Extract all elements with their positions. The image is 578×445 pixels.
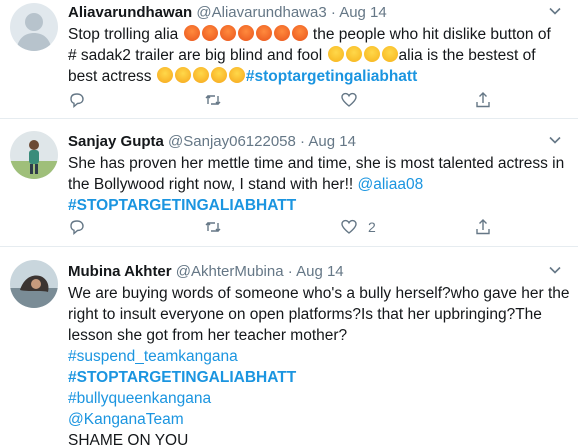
reply-icon (70, 93, 84, 109)
angry-face-icon (237, 25, 254, 41)
angry-face-icon (201, 25, 218, 41)
reply-button[interactable] (68, 217, 86, 237)
share-icon (476, 92, 490, 108)
tweet-date[interactable]: Aug 14 (339, 4, 387, 21)
tweet-text-line: the people who hit dislike button of (312, 26, 551, 43)
tweet-text-line: the Bollywood right now, I stand with he… (68, 176, 354, 193)
laughing-face-icon (327, 46, 344, 62)
avatar[interactable] (10, 260, 58, 308)
like-button[interactable]: 2 (340, 217, 376, 237)
author-handle[interactable]: @AkhterMubina (176, 263, 284, 280)
tweet-text-line: Stop trolling alia (68, 26, 179, 43)
separator-dot: · (300, 133, 306, 150)
author-name[interactable]: Sanjay Gupta (68, 133, 164, 150)
angry-face-icon (273, 25, 290, 41)
chevron-down-icon[interactable] (548, 263, 562, 277)
tweet-text: We are buying words of someone who's a b… (68, 283, 570, 445)
tweet-text-line: # sadak2 trailer are big blind and fool (68, 47, 323, 64)
tweet-text-line: right to insult everyone on open platfor… (68, 306, 542, 323)
angry-face-icon (183, 25, 200, 41)
reply-button[interactable] (68, 90, 86, 110)
retweet-button[interactable] (204, 217, 222, 237)
hashtag-link[interactable]: #stoptargetingaliabhatt (246, 68, 417, 85)
author-handle[interactable]: @Aliavarundhawa3 (196, 4, 326, 21)
mention-link[interactable]: @aliaa08 (358, 176, 424, 193)
laughing-face-icon (345, 46, 362, 62)
share-button[interactable] (474, 217, 492, 237)
angry-face-icon (255, 25, 272, 41)
tweet-actions: 2 (68, 217, 498, 237)
tweet-text-line: SHAME ON YOU (68, 432, 189, 445)
laughing-face-icon (381, 46, 398, 62)
heart-icon (341, 92, 357, 107)
chevron-down-icon[interactable] (548, 4, 562, 18)
tweet-actions (68, 90, 498, 110)
tweet[interactable]: Aliavarundhawan @Aliavarundhawa3 · Aug 1… (0, 0, 578, 119)
tweet-text-line: alia is the bestest of (398, 47, 536, 64)
share-icon (476, 219, 490, 235)
angry-face-icon (219, 25, 236, 41)
share-button[interactable] (474, 90, 492, 110)
retweet-icon (205, 222, 221, 232)
kissing-face-icon (174, 67, 191, 83)
heart-icon (341, 219, 357, 234)
tweet-text: She has proven her mettle time and time,… (68, 153, 565, 216)
laughing-face-icon (363, 46, 380, 62)
hashtag-link[interactable]: #suspend_teamkangana (68, 348, 238, 365)
retweet-button[interactable] (204, 90, 222, 110)
tweet-header: Sanjay Gupta @Sanjay06122058 · Aug 14 (68, 131, 562, 153)
tweet-content: Mubina Akhter @AkhterMubina · Aug 14 We … (68, 261, 570, 445)
tweet-text-line: She has proven her mettle time and time,… (68, 155, 565, 172)
like-count: 2 (368, 219, 376, 235)
tweet-date[interactable]: Aug 14 (296, 263, 344, 280)
tweet[interactable]: Sanjay Gupta @Sanjay06122058 · Aug 14 Sh… (0, 119, 578, 247)
tweet-header: Aliavarundhawan @Aliavarundhawa3 · Aug 1… (68, 2, 562, 24)
separator-dot: · (287, 263, 293, 280)
kissing-face-icon (210, 67, 227, 83)
hashtag-link[interactable]: #bullyqueenkangana (68, 390, 211, 407)
author-handle[interactable]: @Sanjay06122058 (168, 133, 296, 150)
hashtag-link[interactable]: #STOPTARGETINGALIABHATT (68, 369, 296, 386)
author-name[interactable]: Aliavarundhawan (68, 4, 192, 21)
tweet-text-line: lesson she got from her teacher mother? (68, 327, 348, 344)
avatar[interactable] (10, 3, 58, 51)
retweet-icon (205, 95, 221, 105)
tweet-content: Aliavarundhawan @Aliavarundhawa3 · Aug 1… (68, 2, 562, 87)
hashtag-link[interactable]: #STOPTARGETINGALIABHATT (68, 197, 296, 214)
tweet[interactable]: Mubina Akhter @AkhterMubina · Aug 14 We … (0, 247, 578, 445)
tweet-text-line: best actress (68, 68, 152, 85)
tweet-content: Sanjay Gupta @Sanjay06122058 · Aug 14 Sh… (68, 131, 565, 216)
kissing-face-icon (228, 67, 245, 83)
tweet-header: Mubina Akhter @AkhterMubina · Aug 14 (68, 261, 562, 283)
tweet-feed: Aliavarundhawan @Aliavarundhawa3 · Aug 1… (0, 0, 578, 445)
reply-icon (70, 220, 84, 236)
author-name[interactable]: Mubina Akhter (68, 263, 172, 280)
separator-dot: · (330, 4, 336, 21)
tweet-text: Stop trolling alia the people who hit di… (68, 24, 562, 87)
like-button[interactable] (340, 90, 368, 110)
chevron-down-icon[interactable] (548, 133, 562, 147)
tweet-text-line: We are buying words of someone who's a b… (68, 285, 570, 302)
angry-face-icon (291, 25, 308, 41)
kissing-face-icon (156, 67, 173, 83)
avatar[interactable] (10, 131, 58, 179)
mention-link[interactable]: @KanganaTeam (68, 411, 184, 428)
tweet-date[interactable]: Aug 14 (308, 133, 356, 150)
kissing-face-icon (192, 67, 209, 83)
